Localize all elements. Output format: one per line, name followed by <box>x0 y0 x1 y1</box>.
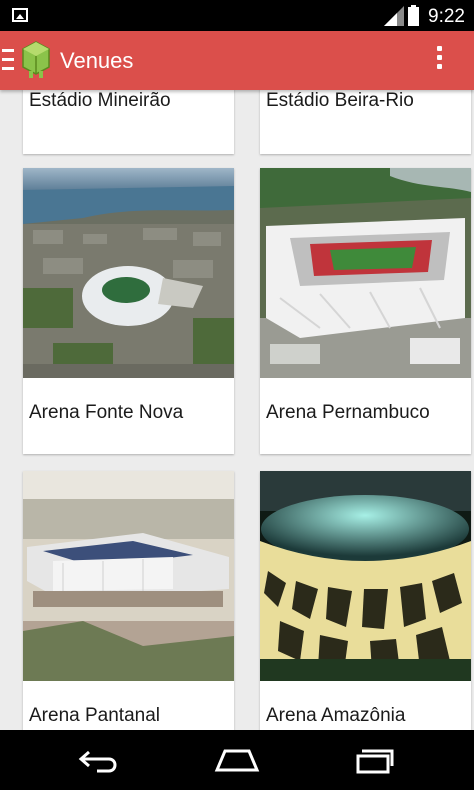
venue-photo <box>260 471 471 681</box>
back-icon[interactable] <box>77 748 121 774</box>
status-time: 9:22 <box>428 6 465 27</box>
venue-name: Estádio Mineirão <box>29 90 171 111</box>
home-icon[interactable] <box>214 748 260 774</box>
venue-card[interactable]: Estádio Beira-Rio <box>260 90 471 154</box>
venue-photo <box>23 471 234 681</box>
venue-name: Arena Amazônia <box>266 705 406 726</box>
venue-name: Arena Pernambuco <box>266 402 430 423</box>
navigation-bar <box>0 730 474 790</box>
image-notification-icon <box>12 8 28 22</box>
venue-photo <box>23 168 234 378</box>
battery-icon <box>408 5 419 26</box>
venue-photo <box>260 168 471 378</box>
drawer-menu-icon[interactable] <box>2 49 14 71</box>
venue-card[interactable]: Arena Pantanal <box>23 471 234 730</box>
recent-apps-icon[interactable] <box>354 746 396 776</box>
signal-icon <box>384 6 404 26</box>
action-bar: Venues <box>0 31 474 90</box>
venue-name: Arena Fonte Nova <box>29 402 184 423</box>
venue-card[interactable]: Estádio Mineirão <box>23 90 234 154</box>
page-title: Venues <box>60 48 134 73</box>
status-bar: 9:22 <box>0 0 474 31</box>
venue-card[interactable]: Arena Fonte Nova <box>23 168 234 454</box>
venue-name: Estádio Beira-Rio <box>266 90 414 111</box>
venue-card[interactable]: Arena Pernambuco <box>260 168 471 454</box>
venue-card[interactable]: Arena Amazônia <box>260 471 471 730</box>
overflow-menu-icon[interactable] <box>434 46 444 76</box>
venues-grid[interactable]: Estádio Mineirão Estádio Beira-Rio Arena… <box>0 90 474 730</box>
android-app-icon[interactable] <box>20 41 52 79</box>
venue-name: Arena Pantanal <box>29 705 160 726</box>
